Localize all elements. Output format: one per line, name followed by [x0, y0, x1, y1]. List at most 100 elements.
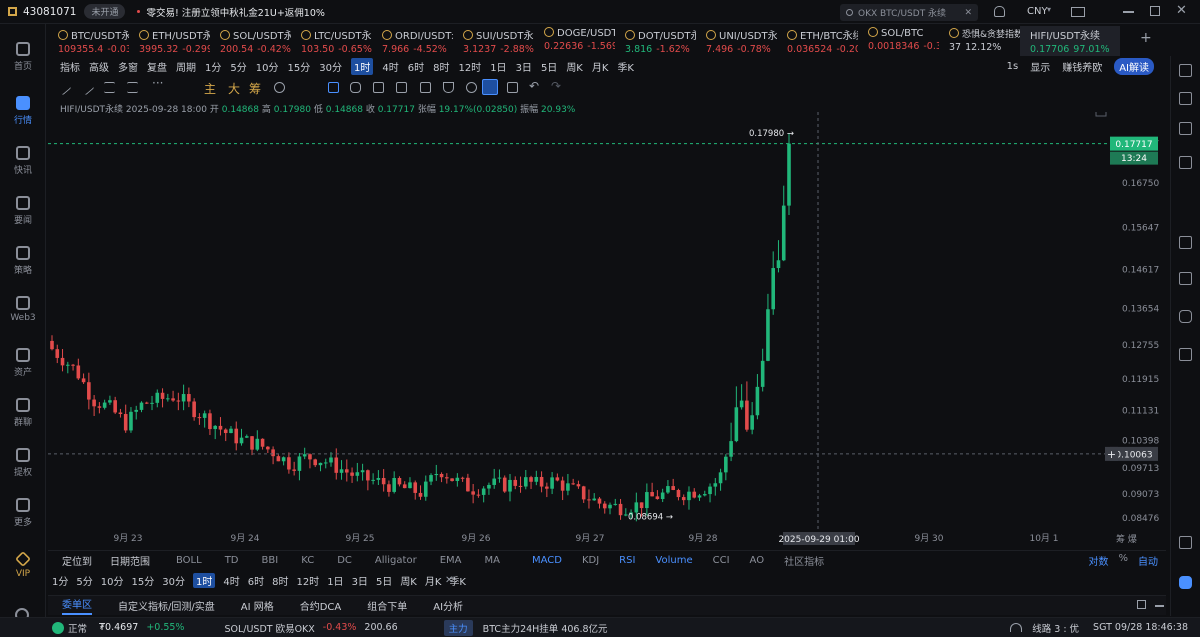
ruler-icon[interactable]: [396, 82, 407, 93]
fullscreen-icon[interactable]: [1095, 112, 1107, 117]
indicator-sub-0[interactable]: MACD: [532, 555, 562, 566]
toolbar-item-14[interactable]: 12时: [458, 59, 481, 74]
ray-tool-icon[interactable]: [78, 79, 95, 96]
bottom-tab-1[interactable]: 自定义指标/回测/实盘: [118, 598, 215, 613]
indicator-main-4[interactable]: DC: [337, 555, 352, 566]
add-ticker-icon[interactable]: +: [1140, 30, 1152, 46]
broadcast-icon[interactable]: [1179, 536, 1192, 549]
period-item-2[interactable]: 10分: [101, 573, 124, 588]
toolbar-item-11[interactable]: 4时: [382, 59, 398, 74]
indicator-main-5[interactable]: Alligator: [375, 555, 417, 566]
ticker-10[interactable]: SOL/BTC 0.0018346 -0.3: [858, 26, 939, 56]
indicator-main-7[interactable]: MA: [484, 555, 499, 566]
ticker-3[interactable]: LTC/USDT永续 103.50-0.65%: [291, 26, 372, 56]
indicator-sub-2[interactable]: RSI: [619, 555, 635, 566]
sidebar-item-2[interactable]: 快讯: [0, 146, 46, 176]
status-line[interactable]: 线路 3 : 优: [1032, 621, 1079, 635]
magnet-icon[interactable]: [443, 82, 454, 93]
sync-icon[interactable]: [274, 82, 285, 93]
currency-select[interactable]: CNY: [1027, 6, 1048, 17]
ticker-0[interactable]: BTC/USDT永续 109355.4-0.03: [48, 26, 129, 56]
period-item-4[interactable]: 30分: [162, 573, 185, 588]
news-icon[interactable]: [1179, 348, 1192, 361]
toolbar-item-2[interactable]: 多窗: [118, 59, 138, 74]
sidebar-item-5[interactable]: Web3: [0, 296, 46, 323]
period-item-7[interactable]: 6时: [248, 573, 264, 588]
period-item-9[interactable]: 12时: [296, 573, 319, 588]
table-icon[interactable]: [1179, 236, 1192, 249]
indicator-main-2[interactable]: BBI: [262, 555, 279, 566]
close-icon[interactable]: ✕: [1176, 3, 1187, 18]
robot-icon[interactable]: [1179, 310, 1192, 323]
period-item-5[interactable]: 1时: [192, 572, 216, 588]
more-tools-icon[interactable]: ···: [152, 76, 163, 90]
lock-icon[interactable]: [420, 82, 431, 93]
toolbar-right-item-1[interactable]: 显示: [1030, 59, 1050, 74]
redo-icon[interactable]: ↷: [551, 79, 561, 93]
hline-tool-icon[interactable]: [104, 82, 115, 93]
status-pair[interactable]: SOL/USDT 欧易OKX: [224, 621, 314, 635]
bottom-tab-2[interactable]: AI 网格: [241, 598, 274, 613]
minimize-icon[interactable]: [1123, 11, 1134, 13]
toolbar-item-18[interactable]: 周K: [566, 59, 583, 74]
toolbar-item-3[interactable]: 复盘: [147, 59, 167, 74]
toolbar-right-item-0[interactable]: 1s: [1007, 61, 1019, 72]
depth-icon[interactable]: [1179, 92, 1192, 105]
bottom-tab-0[interactable]: 委单区: [62, 596, 92, 615]
indicator-main-3[interactable]: KC: [301, 555, 314, 566]
ticker-8[interactable]: UNI/USDT永 7.496 -0.78%: [696, 26, 777, 56]
toolbar-item-13[interactable]: 8时: [433, 59, 449, 74]
indicator-sub-5[interactable]: AO: [750, 555, 765, 566]
main-chart-button[interactable]: 主: [204, 80, 216, 97]
indicator-left-1[interactable]: 日期范围: [110, 553, 150, 568]
period-item-11[interactable]: 3日: [352, 573, 368, 588]
calendar-icon[interactable]: [1179, 272, 1192, 285]
sidebar-item-1[interactable]: 行情: [0, 96, 46, 126]
sidebar-item-6[interactable]: 资产: [0, 348, 46, 378]
bottom-tab-3[interactable]: 合约DCA: [300, 598, 342, 613]
toolbar-item-16[interactable]: 3日: [516, 59, 532, 74]
clear-icon[interactable]: ✕: [964, 8, 972, 18]
scale-option-1[interactable]: %: [1118, 553, 1128, 568]
trash-icon[interactable]: [507, 82, 518, 93]
bar-chart-icon[interactable]: [1179, 156, 1192, 169]
indicator-sub-1[interactable]: KDJ: [582, 555, 599, 566]
ticker-9[interactable]: ETH/BTC永续 0.036524 -0.20: [777, 26, 858, 56]
toolbar-item-19[interactable]: 月K: [592, 59, 609, 74]
toolbar-item-6[interactable]: 5分: [230, 59, 246, 74]
maximize-icon[interactable]: [1150, 6, 1160, 16]
bell-icon[interactable]: [994, 6, 1005, 17]
period-item-14[interactable]: 月K: [425, 573, 442, 588]
filter-icon[interactable]: [482, 79, 498, 95]
toolbar-item-12[interactable]: 6时: [408, 59, 424, 74]
period-item-1[interactable]: 5分: [76, 573, 92, 588]
sidebar-item-4[interactable]: 策略: [0, 246, 46, 276]
scale-option-2[interactable]: 自动: [1138, 553, 1158, 568]
promo-text[interactable]: 零交易! 注册立领中秋礼金21U+返佣10%: [146, 5, 324, 19]
period-item-8[interactable]: 8时: [272, 573, 288, 588]
indicator-main-1[interactable]: TD: [225, 555, 239, 566]
ticker-7[interactable]: DOT/USDT永 3.816 -1.62%: [615, 26, 696, 56]
sidebar-item-3[interactable]: 要闻: [0, 196, 46, 226]
mail-icon[interactable]: [1071, 7, 1085, 17]
period-close-icon[interactable]: ✕: [445, 575, 453, 586]
indicator-main-0[interactable]: BOLL: [176, 555, 202, 566]
sidebar-item-7[interactable]: 群聊: [0, 398, 46, 428]
toolbar-item-5[interactable]: 1分: [205, 59, 221, 74]
toolbar-right-item-2[interactable]: 赚钱养欧: [1062, 59, 1102, 74]
toolbar-right-item-3[interactable]: AI解读: [1114, 57, 1154, 75]
ticker-6[interactable]: DOGE/USDT 0.22636 -1.569: [534, 26, 615, 56]
indicator-sub-6[interactable]: 社区指标: [784, 553, 824, 568]
price-chart-svg[interactable]: 0.17717 0.16750 0.15647 0.14617 0.13654 0.127…: [48, 112, 1166, 550]
brush-icon[interactable]: [373, 82, 384, 93]
period-item-10[interactable]: 1日: [327, 573, 343, 588]
period-item-6[interactable]: 4时: [223, 573, 239, 588]
copy-icon[interactable]: [328, 82, 339, 93]
toolbar-item-15[interactable]: 1日: [490, 59, 506, 74]
ticker-1[interactable]: ETH/USDT永 3995.32 -0.299: [129, 26, 210, 56]
ticker-5[interactable]: SUI/USDT永续 3.1237-2.88%: [453, 26, 534, 56]
orderbook-icon[interactable]: [1179, 64, 1192, 77]
bottom-tab-4[interactable]: 组合下单: [367, 598, 407, 613]
toolbar-item-7[interactable]: 10分: [256, 59, 279, 74]
account-id[interactable]: 43081071: [23, 6, 76, 18]
